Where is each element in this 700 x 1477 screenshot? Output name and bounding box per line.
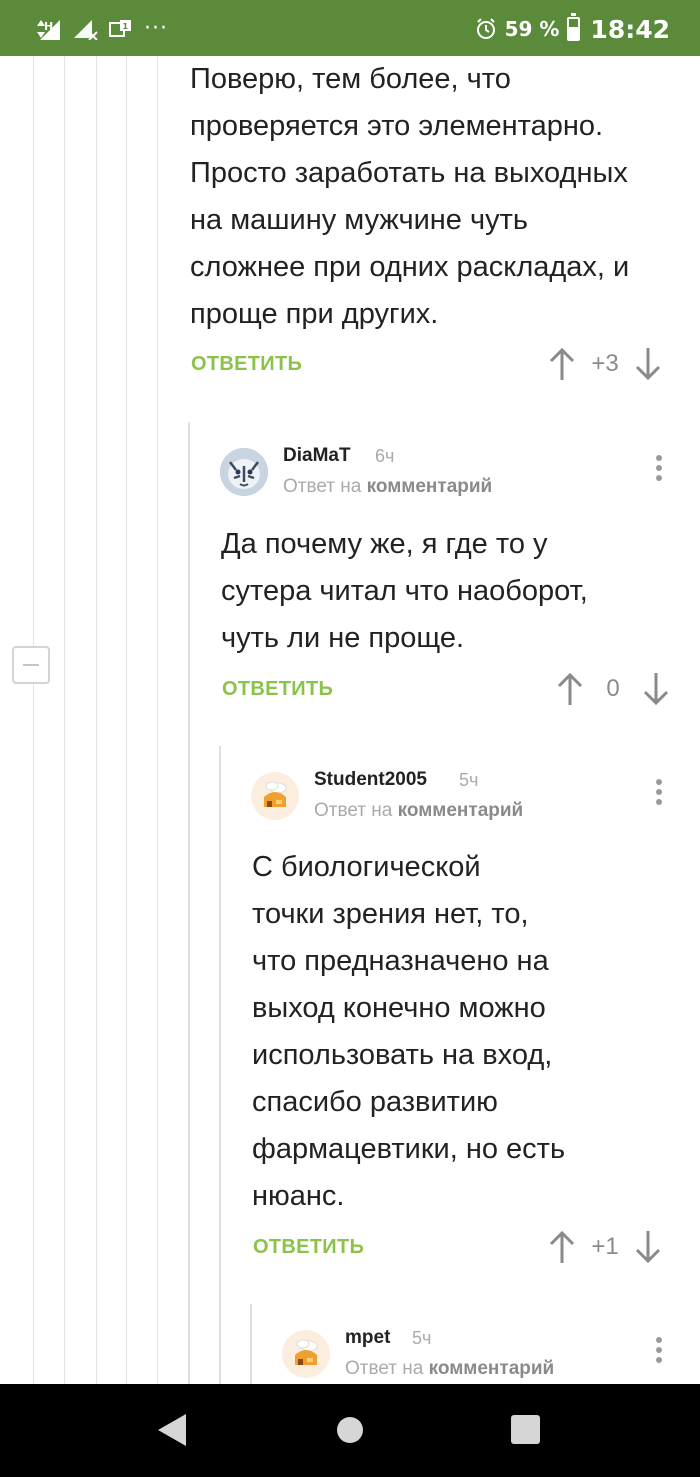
home-icon[interactable] [337, 1417, 363, 1443]
thread-line [64, 56, 65, 1384]
arrow-down-icon[interactable] [635, 347, 661, 381]
alarm-icon [476, 18, 495, 39]
avatar-image [251, 772, 299, 820]
recents-icon[interactable] [511, 1415, 540, 1444]
comment-text: Да почему же, я где то у сутера читал чт… [221, 521, 588, 662]
thread-line [157, 56, 158, 1384]
more-vert-icon[interactable] [655, 1337, 663, 1367]
reply-to-prefix: Ответ на [314, 800, 393, 821]
more-vert-icon[interactable] [655, 455, 663, 485]
network-type: H [44, 20, 53, 33]
comment-line: спасибо развитию [252, 1086, 498, 1118]
comment-line: Просто заработать на выходных [190, 157, 628, 189]
thread-line [33, 684, 34, 1384]
navigation-bar [0, 1384, 700, 1477]
reply-to-prefix: Ответ на [283, 476, 362, 497]
reply-border [250, 1304, 252, 1384]
status-bar: H 1 ··· 59 % 18:42 [0, 0, 700, 56]
status-left: H 1 ··· [36, 16, 168, 42]
svg-text:1: 1 [123, 22, 129, 31]
signal-icon: H [37, 20, 60, 40]
avatar-image [220, 448, 268, 496]
reply-button[interactable]: ОТВЕТИТЬ [191, 353, 302, 376]
comment-line: Да почему же, я где то у [221, 528, 548, 560]
comment-line: сложнее при одних раскладах, и [190, 251, 630, 283]
comment-line: проверяется это элементарно. [190, 110, 604, 142]
vote-controls: 0 [557, 672, 669, 706]
comment-text: С биологической точки зрения нет, то, чт… [252, 844, 565, 1220]
more-notifications: ··· [144, 16, 168, 41]
comment-time: 5ч [412, 1328, 432, 1348]
reply-to-link[interactable]: комментарий [398, 800, 524, 821]
comment-line: нюанс. [252, 1180, 345, 1212]
comment-line: сутера читал что наоборот, [221, 575, 588, 607]
status-right: 59 % 18:42 [475, 13, 670, 44]
arrow-down-icon[interactable] [635, 1230, 661, 1264]
vote-controls: +1 [549, 1230, 661, 1264]
comment-time: 6ч [375, 446, 395, 466]
comment-author[interactable]: DiaMaT [283, 445, 351, 467]
thread-line [33, 56, 34, 646]
reply-to-prefix: Ответ на [345, 1358, 424, 1379]
comment-time: 5ч [459, 770, 479, 790]
reply-to-link[interactable]: комментарий [429, 1358, 555, 1379]
comment-line: выход конечно можно [252, 992, 546, 1024]
arrow-up-icon[interactable] [557, 672, 583, 706]
vote-score: 0 [606, 675, 620, 702]
battery-icon [567, 13, 581, 41]
arrow-up-icon[interactable] [549, 347, 575, 381]
reply-to: Ответ на комментарий [283, 476, 492, 498]
comment-line: С биологической [252, 851, 481, 883]
thread-line [96, 56, 97, 1384]
no-signal-icon [74, 20, 98, 40]
reply-border [219, 746, 221, 1384]
arrow-down-icon[interactable] [643, 672, 669, 706]
thread-line [126, 56, 127, 1384]
vote-score: +1 [591, 1233, 619, 1260]
reply-border [188, 422, 190, 1384]
reply-button[interactable]: ОТВЕТИТЬ [222, 678, 333, 701]
comment-line: точки зрения нет, то, [252, 898, 529, 930]
comment-line: использовать на вход, [252, 1039, 553, 1071]
vote-score: +3 [591, 350, 619, 377]
collapse-button[interactable] [12, 646, 50, 684]
avatar[interactable] [282, 1330, 330, 1378]
comment-line: на машину мужчине чуть [190, 204, 528, 236]
avatar[interactable] [251, 772, 299, 820]
avatar[interactable] [220, 448, 268, 496]
comment-text: Поверю, тем более, что проверяется это э… [190, 56, 629, 338]
back-icon[interactable] [158, 1414, 186, 1446]
reply-button[interactable]: ОТВЕТИТЬ [253, 1236, 364, 1259]
comment-line: Поверю, тем более, что [190, 63, 511, 95]
avatar-image [282, 1330, 330, 1378]
reply-to-link[interactable]: комментарий [367, 476, 493, 497]
comment-line: фармацевтики, но есть [252, 1133, 566, 1165]
reply-to: Ответ на комментарий [314, 800, 523, 822]
comment-author[interactable]: Student2005 [314, 769, 427, 791]
arrow-up-icon[interactable] [549, 1230, 575, 1264]
comment-line: проще при других. [190, 298, 439, 330]
comment-line: чуть ли не проще. [221, 622, 465, 654]
reply-to: Ответ на комментарий [345, 1358, 554, 1380]
comment-author[interactable]: mpet [345, 1327, 390, 1349]
battery-percent: 59 % [504, 17, 560, 41]
clock: 18:42 [590, 14, 670, 44]
more-vert-icon[interactable] [655, 779, 663, 809]
vote-controls: +3 [549, 347, 661, 381]
sim-icon: 1 [109, 20, 131, 37]
comment-line: что предназначено на [252, 945, 549, 977]
